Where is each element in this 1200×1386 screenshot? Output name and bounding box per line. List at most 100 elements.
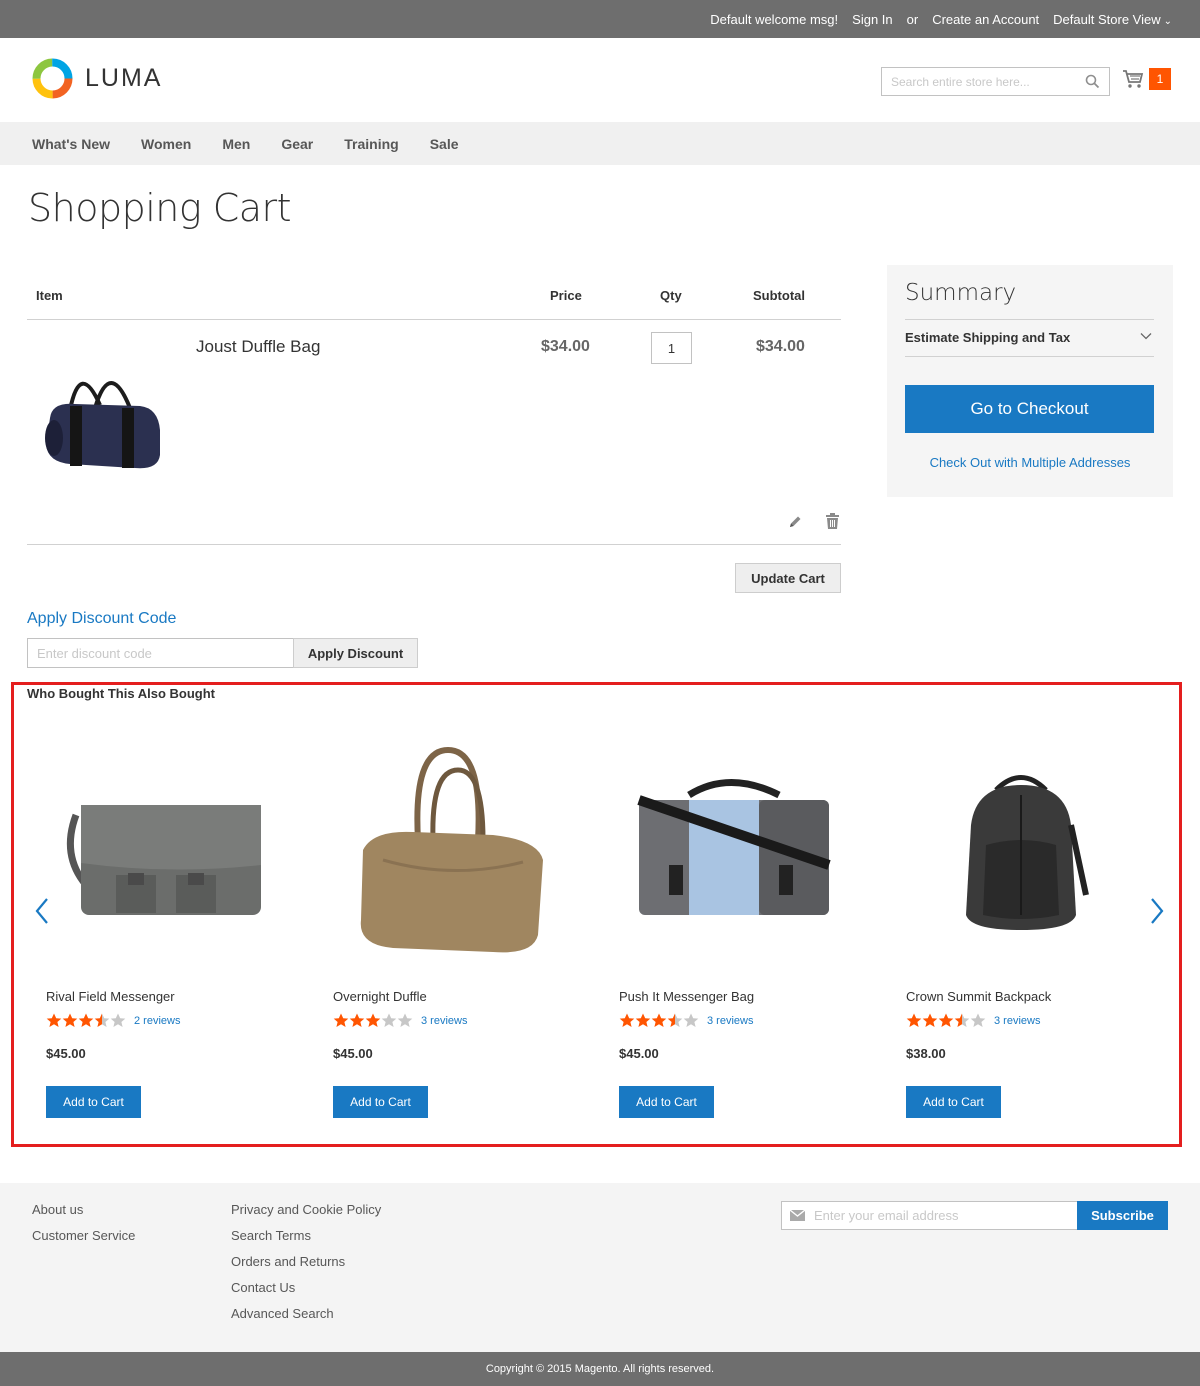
messenger-bag-image <box>637 779 831 915</box>
product-price: $45.00 <box>333 1046 373 1061</box>
footer-link-customer-service[interactable]: Customer Service <box>32 1227 135 1244</box>
logo[interactable]: LUMA <box>32 58 162 99</box>
star-icon <box>381 1013 397 1027</box>
product-image[interactable] <box>46 725 276 975</box>
star-icon <box>365 1013 381 1027</box>
envelope-icon <box>790 1210 805 1221</box>
cart-summary: Summary Estimate Shipping and Tax Go to … <box>887 265 1173 497</box>
top-links: Default welcome msg! Sign In or Create a… <box>710 0 1172 38</box>
star-icon <box>970 1013 986 1027</box>
cart-icon <box>1123 70 1144 88</box>
star-icon <box>938 1013 954 1027</box>
star-icon <box>78 1013 94 1027</box>
add-to-cart-button[interactable]: Add to Cart <box>906 1086 1001 1118</box>
product-name[interactable]: Crown Summit Backpack <box>906 989 1051 1004</box>
star-icon <box>62 1013 78 1027</box>
discount-code-input[interactable] <box>27 638 295 668</box>
star-icon <box>922 1013 938 1027</box>
nav-item-training[interactable]: Training <box>344 136 398 152</box>
footer-links-col-1: About us Customer Service <box>32 1201 135 1244</box>
product-rating: 3 reviews <box>906 1013 1040 1028</box>
product-name[interactable]: Overnight Duffle <box>333 989 427 1004</box>
minicart[interactable]: 1 <box>1122 68 1171 90</box>
estimate-shipping-toggle[interactable]: Estimate Shipping and Tax <box>905 319 1154 357</box>
column-qty: Qty <box>660 288 682 303</box>
footer: About us Customer Service Privacy and Co… <box>0 1183 1200 1352</box>
footer-link-contact-us[interactable]: Contact Us <box>231 1279 381 1296</box>
newsletter-box <box>781 1201 1078 1230</box>
apply-discount-button[interactable]: Apply Discount <box>293 638 418 668</box>
cart-item-name[interactable]: Joust Duffle Bag <box>196 337 320 357</box>
product-rating: 3 reviews <box>619 1013 753 1028</box>
subscribe-button[interactable]: Subscribe <box>1077 1201 1168 1230</box>
cart-table-header: Item Price Qty Subtotal <box>27 270 841 320</box>
product-image[interactable] <box>906 725 1136 975</box>
nav-item-men[interactable]: Men <box>222 136 250 152</box>
trash-icon[interactable] <box>825 513 840 530</box>
logo-text: LUMA <box>85 64 163 92</box>
store-view-switcher[interactable]: Default Store View ⌄ <box>1053 12 1172 27</box>
cart-divider <box>27 544 841 545</box>
star-icon <box>349 1013 365 1027</box>
apply-discount-toggle[interactable]: Apply Discount Code <box>27 610 176 628</box>
store-view-label: Default Store View <box>1053 11 1161 27</box>
product-name[interactable]: Rival Field Messenger <box>46 989 175 1004</box>
copyright-text: Copyright © 2015 Magento. All rights res… <box>485 1363 715 1375</box>
add-to-cart-button[interactable]: Add to Cart <box>619 1086 714 1118</box>
search-input[interactable] <box>882 68 1072 95</box>
footer-link-orders-returns[interactable]: Orders and Returns <box>231 1253 381 1270</box>
cart-item-qty-input[interactable] <box>651 332 692 364</box>
product-rating: 2 reviews <box>46 1013 180 1028</box>
nav-item-women[interactable]: Women <box>141 136 191 152</box>
chevron-right-icon[interactable] <box>1149 897 1165 925</box>
footer-link-privacy[interactable]: Privacy and Cookie Policy <box>231 1201 381 1218</box>
star-icon <box>46 1013 62 1027</box>
update-cart-button[interactable]: Update Cart <box>735 563 841 593</box>
star-icon <box>683 1013 699 1027</box>
product-image[interactable] <box>333 725 563 975</box>
product-price: $45.00 <box>619 1046 659 1061</box>
reviews-link[interactable]: 3 reviews <box>994 1015 1040 1027</box>
create-account-link[interactable]: Create an Account <box>932 12 1039 27</box>
sign-in-link[interactable]: Sign In <box>852 12 892 27</box>
duffle-bag-product-image[interactable] <box>40 350 165 485</box>
chevron-down-icon <box>1140 333 1152 340</box>
product-card: Rival Field Messenger 2 reviews $45.00 A… <box>46 725 286 1118</box>
nav-item-whats-new[interactable]: What's New <box>32 136 110 152</box>
column-subtotal: Subtotal <box>753 288 805 303</box>
cart-item-price: $34.00 <box>541 338 590 355</box>
product-image[interactable] <box>619 725 849 975</box>
add-to-cart-button[interactable]: Add to Cart <box>46 1086 141 1118</box>
star-rating <box>906 1013 986 1028</box>
top-bar: Default welcome msg! Sign In or Create a… <box>0 0 1200 38</box>
star-icon <box>954 1013 970 1027</box>
reviews-link[interactable]: 3 reviews <box>707 1015 753 1027</box>
welcome-message: Default welcome msg! <box>710 11 839 27</box>
add-to-cart-button[interactable]: Add to Cart <box>333 1086 428 1118</box>
backpack-image <box>966 775 1089 930</box>
pencil-icon[interactable] <box>787 514 803 530</box>
star-icon <box>397 1013 413 1027</box>
multi-address-checkout-link[interactable]: Check Out with Multiple Addresses <box>887 455 1173 470</box>
star-icon <box>651 1013 667 1027</box>
reviews-link[interactable]: 2 reviews <box>134 1015 180 1027</box>
newsletter-email-input[interactable] <box>814 1202 1069 1229</box>
footer-link-search-terms[interactable]: Search Terms <box>231 1227 381 1244</box>
nav-item-gear[interactable]: Gear <box>281 136 313 152</box>
star-icon <box>635 1013 651 1027</box>
star-icon <box>667 1013 683 1027</box>
footer-links-col-2: Privacy and Cookie Policy Search Terms O… <box>231 1201 381 1322</box>
footer-link-about-us[interactable]: About us <box>32 1201 135 1218</box>
product-card: Push It Messenger Bag 3 reviews $45.00 A… <box>619 725 859 1118</box>
reviews-link[interactable]: 3 reviews <box>421 1015 467 1027</box>
star-icon <box>906 1013 922 1027</box>
product-name[interactable]: Push It Messenger Bag <box>619 989 754 1004</box>
footer-link-advanced-search[interactable]: Advanced Search <box>231 1305 381 1322</box>
luma-logo-icon <box>32 58 73 99</box>
product-price: $38.00 <box>906 1046 946 1061</box>
nav-item-sale[interactable]: Sale <box>430 136 459 152</box>
star-icon <box>333 1013 349 1027</box>
go-to-checkout-button[interactable]: Go to Checkout <box>905 385 1154 433</box>
star-rating <box>333 1013 413 1028</box>
search-icon[interactable] <box>1085 74 1100 89</box>
